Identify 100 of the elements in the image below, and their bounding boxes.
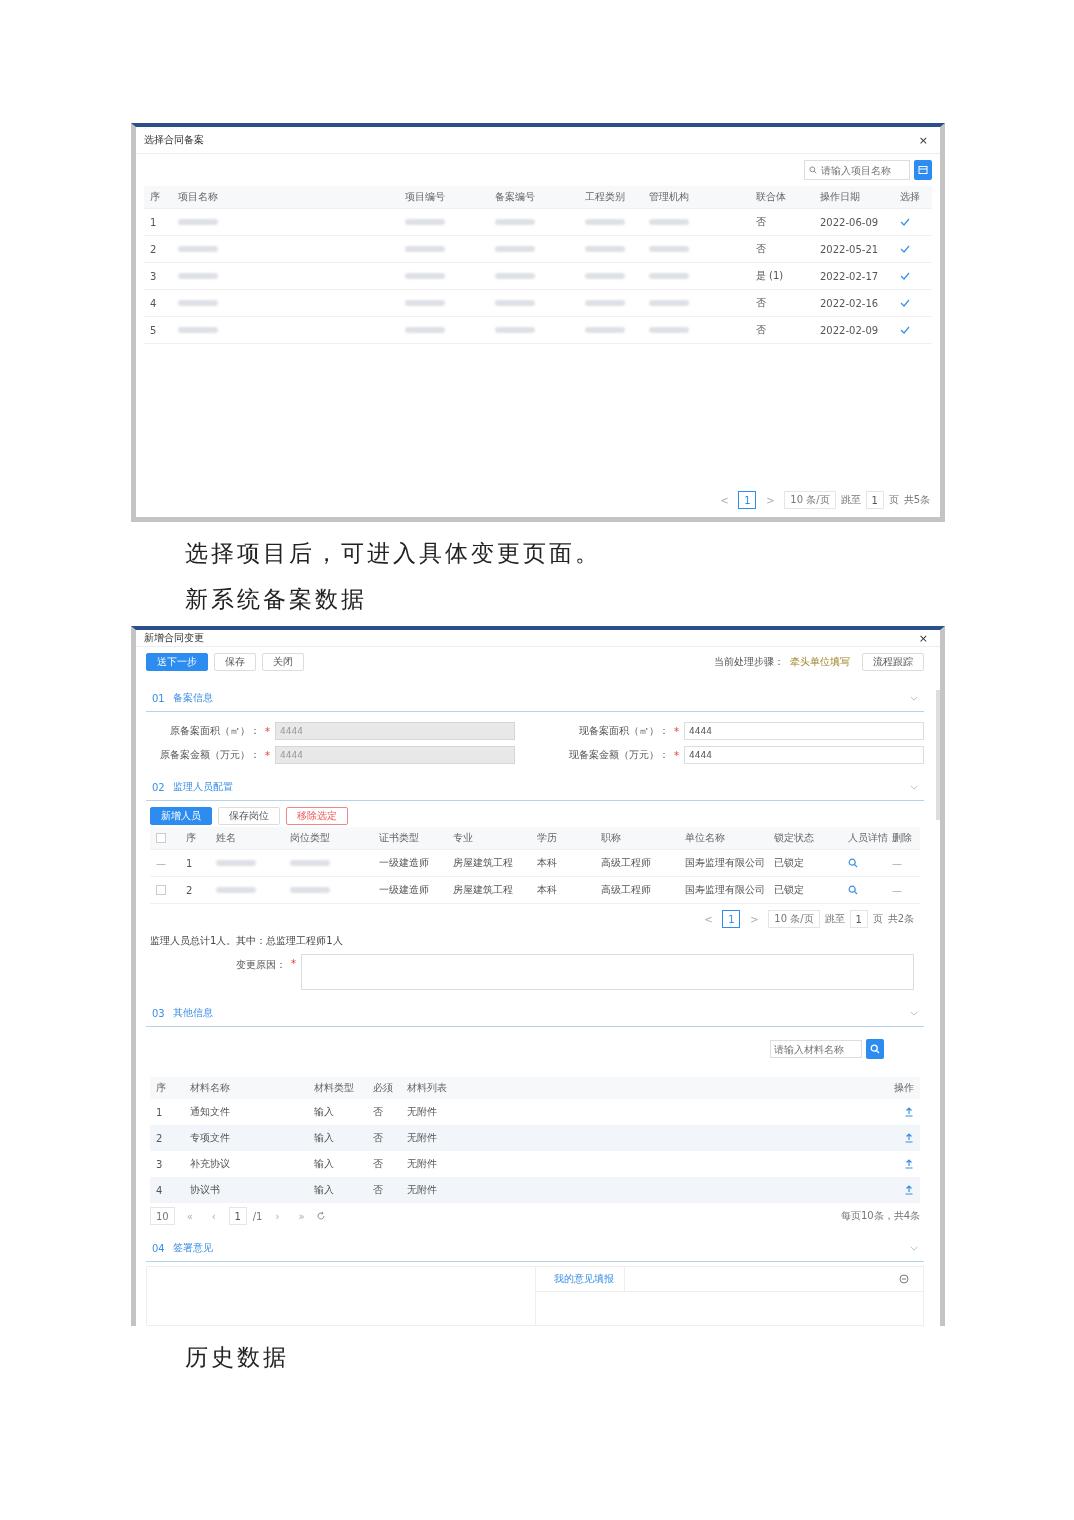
check-icon[interactable]	[900, 271, 910, 281]
action-button[interactable]: 送下一步	[146, 653, 208, 671]
page-input[interactable]: 1	[865, 491, 884, 509]
check-icon[interactable]	[900, 244, 910, 254]
table-cell-text: 4	[150, 297, 158, 309]
upload-icon[interactable]	[904, 1107, 914, 1117]
minus-circle-icon[interactable]	[899, 1274, 909, 1284]
table-cell-text: 3	[156, 1158, 164, 1170]
table-cell-text: 2	[156, 1132, 164, 1144]
delete-link[interactable]: —	[892, 857, 922, 869]
table-cell-text: 2022-02-09	[820, 324, 880, 336]
page-size-select[interactable]: 10 条/页	[784, 491, 836, 509]
table-cell-text: 房屋建筑工程	[453, 856, 514, 870]
column-header: 操作日期	[820, 190, 861, 204]
table-cell-text: 无附件	[407, 1183, 438, 1197]
search-field[interactable]: 请输入项目名称	[804, 160, 910, 180]
page-input[interactable]: 1	[849, 910, 868, 928]
page-info: 每页10条，共4条	[840, 1209, 920, 1223]
table-cell-text: 2	[150, 243, 158, 255]
blurred-text	[178, 327, 218, 333]
page-unit: 页	[888, 493, 899, 507]
page-count: /1	[252, 1210, 263, 1222]
total-count: 共5条	[903, 493, 930, 507]
upload-icon[interactable]	[904, 1185, 914, 1195]
column-header: 操作	[894, 1081, 914, 1095]
blurred-text	[648, 300, 689, 306]
blurred-text	[405, 327, 446, 333]
blurred-text	[648, 327, 689, 333]
table-cell-text: 1	[156, 1106, 164, 1118]
blurred-text	[495, 273, 535, 279]
toolbar-button[interactable]: 移除选定	[286, 807, 348, 825]
page-button[interactable]: 1	[722, 910, 741, 928]
table-cell-text: 高级工程师	[601, 883, 652, 897]
search-icon[interactable]	[848, 885, 858, 895]
blurred-text	[290, 860, 330, 866]
search-button[interactable]	[866, 1039, 884, 1059]
page-size-select[interactable]: 10	[150, 1207, 175, 1225]
table-cell-text: 输入	[314, 1157, 335, 1171]
table-cell-text: 无附件	[407, 1131, 438, 1145]
blurred-text	[584, 300, 625, 306]
table-cell-text: 2022-02-16	[820, 297, 880, 309]
table-cell-text: 输入	[314, 1183, 335, 1197]
action-button[interactable]: 关闭	[262, 653, 304, 671]
column-header: 序	[186, 831, 197, 845]
required-mark: *	[674, 725, 679, 737]
close-button[interactable]: ×	[914, 133, 932, 147]
table-view-button[interactable]	[914, 160, 932, 180]
action-button[interactable]: 保存	[214, 653, 256, 671]
checkbox[interactable]	[156, 833, 166, 843]
table-cell-text: 通知文件	[190, 1105, 231, 1119]
check-icon[interactable]	[900, 217, 910, 227]
check-icon[interactable]	[900, 298, 910, 308]
field-label: 原备案面积（㎡）：	[170, 724, 260, 738]
input-field[interactable]: 4444	[684, 746, 924, 764]
column-header: 职称	[601, 831, 622, 845]
page-input[interactable]: 1	[228, 1207, 247, 1225]
column-header: 学历	[537, 831, 558, 845]
column-header: 单位名称	[685, 831, 726, 845]
table-cell-text: 是 (1)	[755, 269, 785, 283]
required-mark: *	[265, 725, 270, 737]
toolbar-button[interactable]: 保存岗位	[218, 807, 280, 825]
table-cell-text: 国寿监理有限公司	[685, 883, 766, 897]
check-icon[interactable]	[900, 325, 910, 335]
table-cell-text: 协议书	[190, 1183, 221, 1197]
table-cell-text: 无附件	[407, 1157, 438, 1171]
upload-icon[interactable]	[904, 1159, 914, 1169]
delete-link[interactable]: —	[892, 884, 922, 896]
table-cell-text: 否	[373, 1131, 384, 1145]
checkbox[interactable]	[156, 885, 166, 895]
page-button[interactable]: 1	[738, 491, 757, 509]
toolbar-button[interactable]: 新增人员	[150, 807, 212, 825]
upload-icon[interactable]	[904, 1133, 914, 1143]
table-cell-text: 补充协议	[190, 1157, 231, 1171]
table-cell-text: 否	[755, 242, 767, 256]
blurred-text	[648, 219, 689, 225]
page-unit: 页	[872, 912, 883, 926]
table-cell-text: 输入	[314, 1105, 335, 1119]
input-field[interactable]: 4444	[684, 722, 924, 740]
section-title: 签署意见	[172, 1241, 213, 1255]
search-field[interactable]: 请输入材料名称	[770, 1040, 862, 1058]
close-button[interactable]: ×	[914, 631, 932, 645]
column-header: 管理机构	[648, 190, 690, 204]
total-count: 共2条	[887, 912, 914, 926]
table-cell-text: 4	[156, 1184, 164, 1196]
table-cell-text: 专项文件	[190, 1131, 231, 1145]
search-icon	[809, 166, 817, 174]
field-label: 原备案金额（万元）：	[160, 748, 260, 762]
paragraph: 历史数据	[185, 1343, 290, 1372]
dialog-title: 新增合同变更	[144, 631, 205, 645]
table-cell-text: 一级建造师	[379, 883, 430, 897]
search-icon[interactable]	[848, 858, 858, 868]
track-button[interactable]: 流程跟踪	[862, 653, 924, 671]
page-size-select[interactable]: 10 条/页	[768, 910, 820, 928]
jump-label: 跳至	[840, 493, 861, 507]
column-header: 专业	[453, 831, 474, 845]
refresh-icon[interactable]	[316, 1211, 327, 1221]
reason-field[interactable]	[301, 954, 914, 990]
dialog-title: 选择合同备案	[144, 133, 205, 147]
column-header: 序	[150, 190, 161, 204]
blurred-text	[495, 300, 535, 306]
